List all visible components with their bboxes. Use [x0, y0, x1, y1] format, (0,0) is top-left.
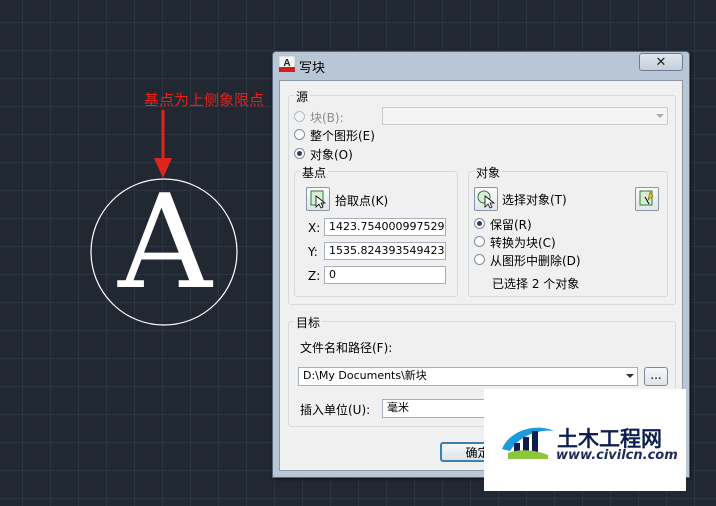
dialog-titlebar[interactable]: A 写块 ✕	[273, 52, 689, 76]
close-button[interactable]: ✕	[639, 53, 683, 71]
pick-point-label: 拾取点(K)	[335, 194, 389, 208]
file-path-value: D:\My Documents\新块	[303, 369, 427, 382]
block-radio[interactable]	[294, 111, 305, 122]
select-objects-label: 选择对象(T)	[502, 193, 567, 207]
x-coordinate-input[interactable]: 1423.754000997529	[324, 218, 446, 236]
selection-status: 已选择 2 个对象	[492, 277, 580, 291]
select-objects-button[interactable]	[474, 187, 498, 211]
pick-point-button[interactable]	[306, 187, 330, 211]
y-label: Y:	[308, 245, 318, 259]
block-name-select[interactable]	[382, 107, 668, 125]
file-path-label: 文件名和路径(F):	[300, 341, 393, 355]
insert-units-label: 插入单位(U):	[300, 403, 371, 417]
z-coordinate-input[interactable]: 0	[324, 266, 446, 284]
retain-label: 保留(R)	[490, 218, 532, 232]
pick-point-icon	[310, 190, 327, 209]
delete-from-drawing-label: 从图形中删除(D)	[490, 254, 581, 268]
convert-to-block-radio[interactable]	[474, 236, 485, 247]
chevron-down-icon	[626, 374, 634, 378]
chevron-down-icon	[656, 114, 664, 118]
convert-to-block-label: 转换为块(C)	[490, 236, 556, 250]
watermark-url: www.civilcn.com	[556, 448, 678, 463]
svg-text:A: A	[283, 58, 290, 69]
file-path-select[interactable]: D:\My Documents\新块	[298, 367, 638, 386]
objects-radio[interactable]	[294, 148, 305, 159]
block-radio-label: 块(B):	[310, 111, 344, 125]
insert-units-value: 毫米	[387, 401, 409, 414]
select-objects-icon	[477, 190, 496, 209]
objects-radio-label: 对象(O)	[310, 148, 353, 162]
retain-radio[interactable]	[474, 218, 485, 229]
y-coordinate-input[interactable]: 1535.824393549423	[324, 242, 446, 260]
destination-group-label: 目标	[294, 314, 323, 331]
x-label: X:	[308, 221, 321, 235]
whole-drawing-label: 整个图形(E)	[310, 129, 375, 143]
watermark: 土木工程网 www.civilcn.com	[484, 389, 686, 491]
annotation-label: 基点为上侧象限点	[144, 91, 265, 109]
source-group-label: 源	[294, 88, 311, 105]
dialog-title: 写块	[299, 61, 326, 76]
z-label: Z:	[308, 269, 321, 283]
base-point-group-label: 基点	[300, 164, 329, 181]
objects-group-label: 对象	[474, 164, 503, 181]
quick-select-icon	[639, 190, 654, 206]
drawn-letter: A	[118, 166, 212, 318]
autocad-app-icon: A	[279, 56, 295, 72]
delete-from-drawing-radio[interactable]	[474, 254, 485, 265]
browse-button[interactable]: ...	[644, 367, 668, 386]
quick-select-button[interactable]	[635, 187, 659, 211]
civil-engineering-logo-icon	[502, 427, 554, 459]
whole-drawing-radio[interactable]	[294, 129, 305, 140]
